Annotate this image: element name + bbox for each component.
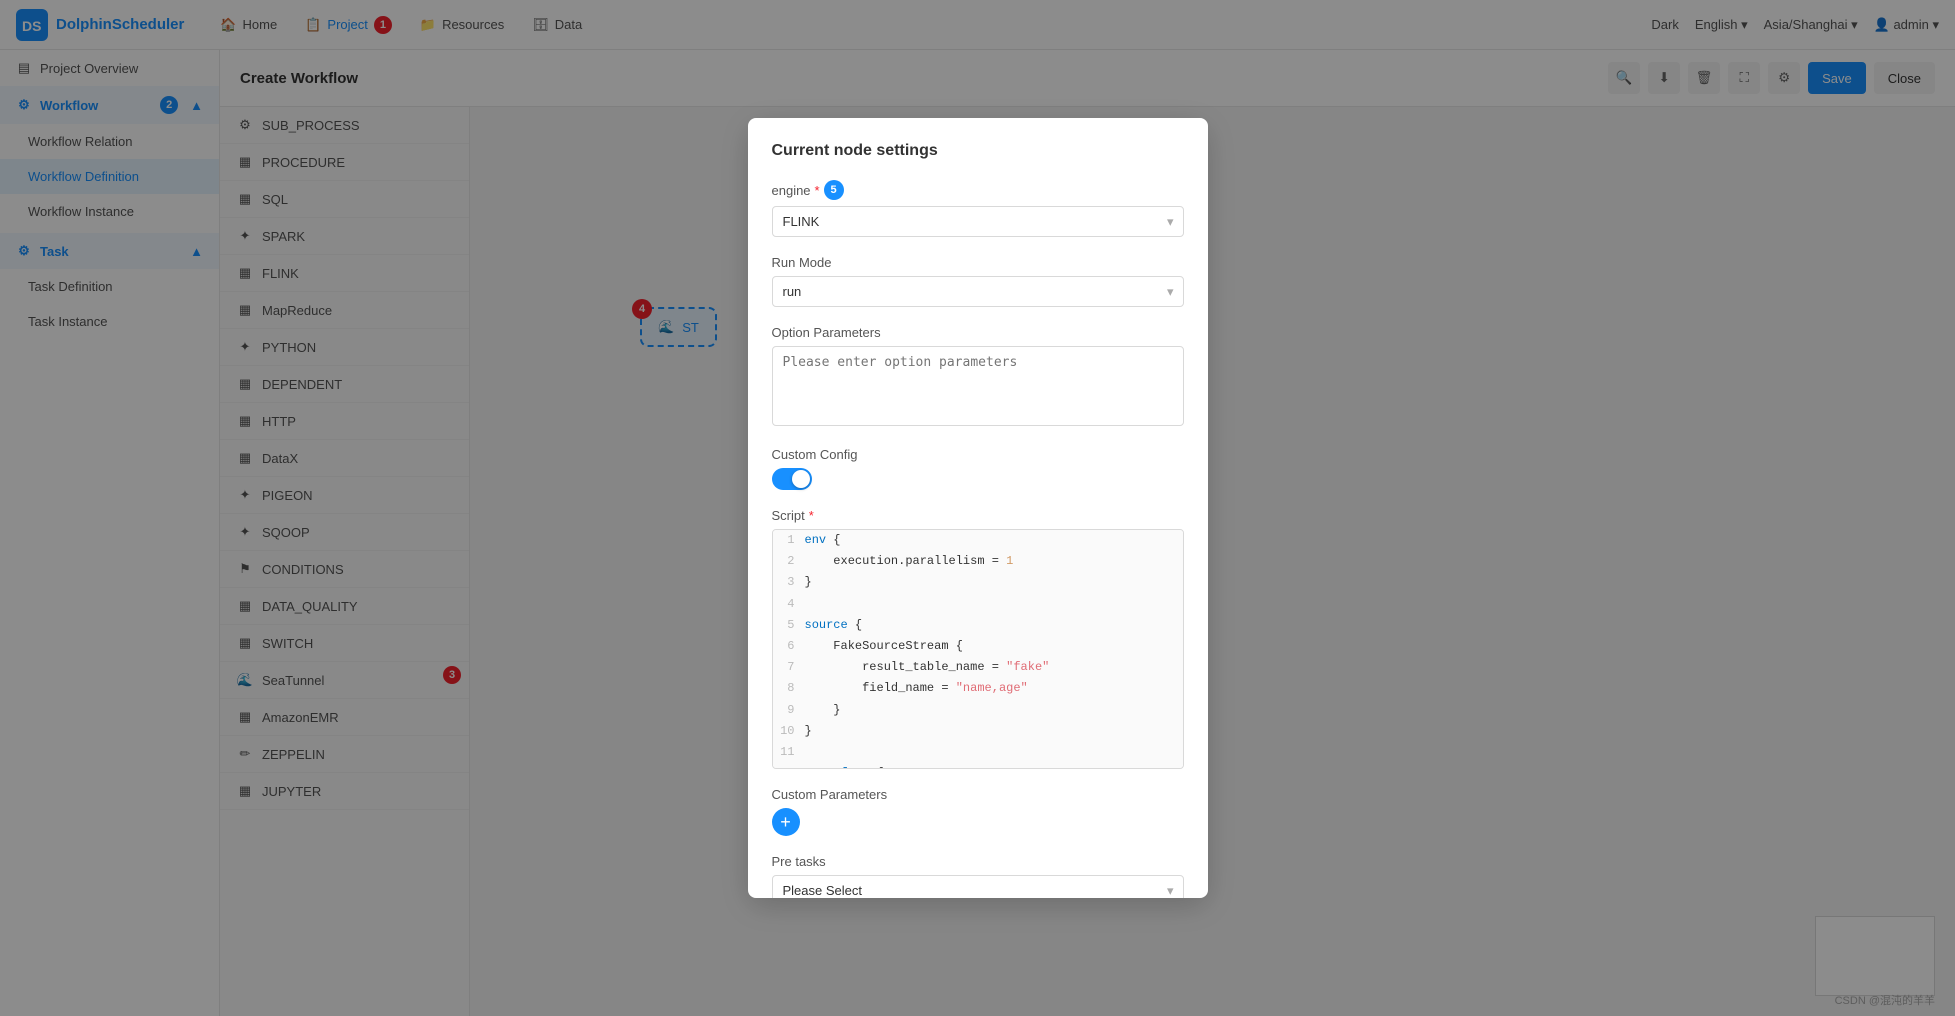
toggle-wrap: [772, 468, 1184, 490]
modal-overlay: Current node settings engine * 5 FLINK S…: [0, 0, 1955, 1016]
code-line: 11: [773, 742, 1183, 763]
engine-label: engine * 5: [772, 180, 1184, 200]
pre-tasks-label: Pre tasks: [772, 854, 1184, 869]
engine-group: engine * 5 FLINK SPARK HADOOP: [772, 180, 1184, 237]
pre-tasks-select-wrapper: Please Select: [772, 875, 1184, 898]
custom-config-label: Custom Config: [772, 447, 1184, 462]
engine-badge: 5: [824, 180, 844, 200]
code-line: 10}: [773, 721, 1183, 742]
toggle-knob: [792, 470, 810, 488]
code-line: 6 FakeSourceStream {: [773, 636, 1183, 657]
code-line: 3}: [773, 572, 1183, 593]
code-line: 9 }: [773, 700, 1183, 721]
code-line: 2 execution.parallelism = 1: [773, 551, 1183, 572]
run-mode-select-wrapper: run run-application: [772, 276, 1184, 307]
code-line: 5source {: [773, 615, 1183, 636]
run-mode-select[interactable]: run run-application: [772, 276, 1184, 307]
custom-config-group: Custom Config: [772, 447, 1184, 490]
script-label: Script *: [772, 508, 1184, 523]
pre-tasks-select[interactable]: Please Select: [772, 875, 1184, 898]
script-required: *: [809, 508, 814, 523]
option-params-textarea[interactable]: [772, 346, 1184, 426]
modal: Current node settings engine * 5 FLINK S…: [748, 118, 1208, 898]
code-line: 1env {: [773, 530, 1183, 551]
script-group: Script * 1env {2 execution.parallelism =…: [772, 508, 1184, 769]
custom-params-label: Custom Parameters: [772, 787, 1184, 802]
custom-config-toggle[interactable]: [772, 468, 812, 490]
code-editor[interactable]: 1env {2 execution.parallelism = 13}45sou…: [772, 529, 1184, 769]
custom-params-group: Custom Parameters +: [772, 787, 1184, 836]
code-line: 4: [773, 594, 1183, 615]
run-mode-group: Run Mode run run-application: [772, 255, 1184, 307]
code-line: 8 field_name = "name,age": [773, 678, 1183, 699]
modal-title: Current node settings: [772, 142, 1184, 160]
engine-select-wrapper: FLINK SPARK HADOOP: [772, 206, 1184, 237]
code-line: 12transform {: [773, 763, 1183, 769]
engine-select[interactable]: FLINK SPARK HADOOP: [772, 206, 1184, 237]
option-params-group: Option Parameters: [772, 325, 1184, 429]
add-param-button[interactable]: +: [772, 808, 800, 836]
code-line: 7 result_table_name = "fake": [773, 657, 1183, 678]
option-params-label: Option Parameters: [772, 325, 1184, 340]
pre-tasks-group: Pre tasks Please Select: [772, 854, 1184, 898]
run-mode-label: Run Mode: [772, 255, 1184, 270]
engine-required: *: [815, 183, 820, 198]
